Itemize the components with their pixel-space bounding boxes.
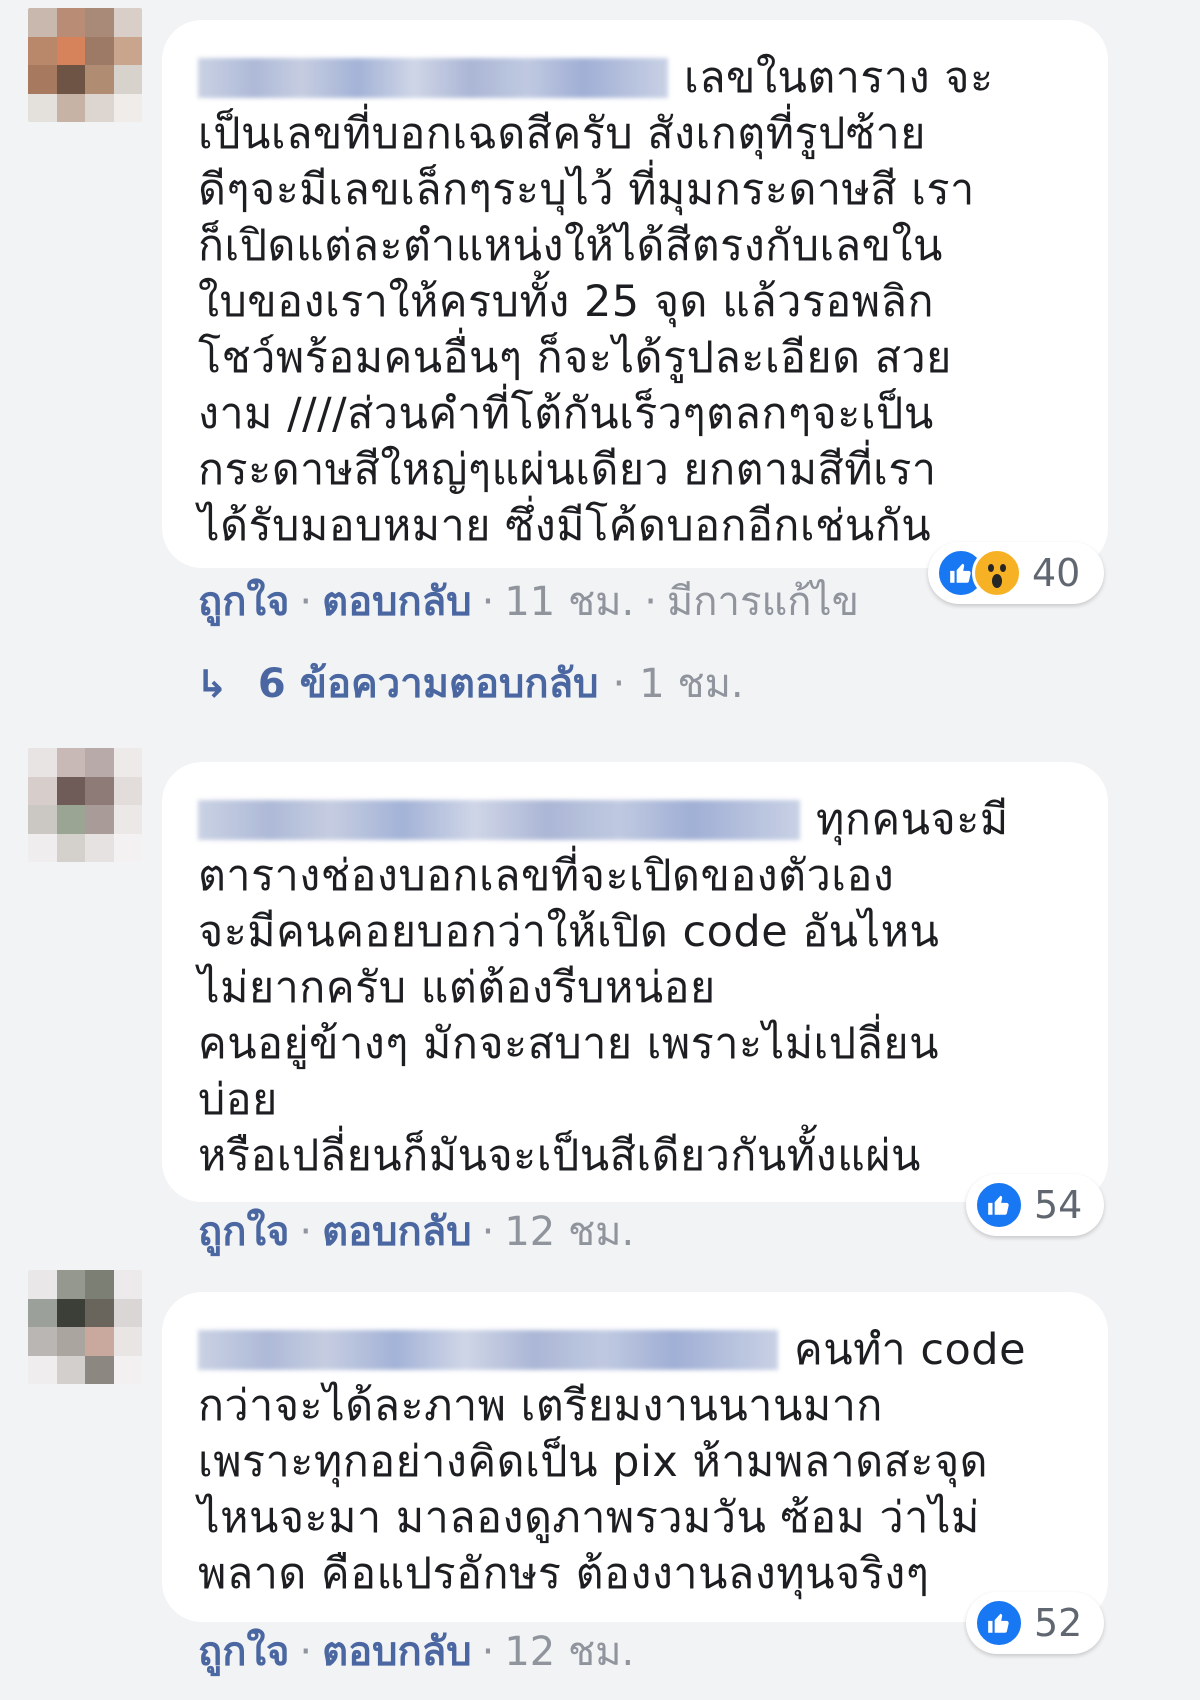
comment-text-line: ใบของเราให้ครบทั้ง 25 จุด แล้วรอพลิก (198, 277, 934, 327)
comment-bubble: ทุกคนจะมี ตารางช่องบอกเลขที่จะเปิดของตัว… (162, 762, 1108, 1202)
comment-bubble: เลขในตาราง จะ เป็นเลขที่บอกเฉดสีครับ สัง… (162, 20, 1108, 568)
comment-text-line: บ่อย (198, 1075, 278, 1125)
separator: · (481, 579, 495, 625)
author-name-blurred[interactable] (198, 800, 800, 840)
comment-text-line: โชว์พร้อมคนอื่นๆ ก็จะได้รูปละเอียด สวย (198, 333, 952, 383)
like-reaction-icon (974, 1180, 1024, 1230)
reply-link[interactable]: ตอบกลับ (322, 1209, 472, 1255)
reply-link[interactable]: ตอบกลับ (322, 1629, 472, 1675)
comment-text-line: จะมีคนคอยบอกว่าให้เปิด code อันไหน (198, 907, 940, 957)
reactions-summary[interactable]: 52 (966, 1592, 1104, 1654)
avatar[interactable] (28, 748, 142, 862)
comment-text-line: ดีๆจะมีเลขเล็กๆระบุไว้ ที่มุมกระดาษสี เร… (198, 165, 975, 215)
comment-text-line: ไหนจะมา มาลองดูภาพรวมวัน ซ้อม ว่าไม่ (198, 1493, 980, 1543)
separator: · (612, 661, 626, 707)
like-link[interactable]: ถูกใจ (198, 579, 289, 625)
comment-actions: ถูกใจ · ตอบกลับ · 11 ชม. · มีการแก้ไข (198, 578, 859, 626)
comment-text-line: ได้รับมอบหมาย ซึ่งมีโค้ดบอกอีกเช่นกัน (198, 501, 932, 551)
comment-text-line: ตารางช่องบอกเลขที่จะเปิดของตัวเอง (198, 851, 895, 901)
comment-text-line: คนอยู่ข้างๆ มักจะสบาย เพราะไม่เปลี่ยน (198, 1019, 939, 1069)
separator: · (299, 1629, 313, 1675)
replies-time: 1 ชม. (639, 661, 744, 707)
reply-link[interactable]: ตอบกลับ (322, 579, 472, 625)
comment-bubble: คนทำ code กว่าจะได้ละภาพ เตรียมงานนานมาก… (162, 1292, 1108, 1622)
separator: · (481, 1629, 495, 1675)
comment-text-line: กระดาษสีใหญ่ๆแผ่นเดียว ยกตามสีที่เรา (198, 445, 937, 495)
author-name-blurred[interactable] (198, 1330, 778, 1370)
comment-text-line: กว่าจะได้ละภาพ เตรียมงานนานมาก (198, 1381, 883, 1431)
comment-time[interactable]: 12 ชม. (504, 1209, 634, 1255)
like-link[interactable]: ถูกใจ (198, 1209, 289, 1255)
separator: · (481, 1209, 495, 1255)
author-name-blurred[interactable] (198, 58, 668, 98)
comment-text-line: งาม ////ส่วนคำที่โต้กันเร็วๆตลกๆจะเป็น (198, 389, 934, 439)
separator: · (299, 1209, 313, 1255)
like-link[interactable]: ถูกใจ (198, 1629, 289, 1675)
avatar[interactable] (28, 1270, 142, 1384)
like-reaction-icon (974, 1598, 1024, 1648)
avatar[interactable] (28, 8, 142, 122)
view-replies-link[interactable]: 6 ข้อความตอบกลับ (258, 660, 599, 708)
reaction-count: 52 (1034, 1601, 1083, 1645)
reaction-count: 54 (1034, 1183, 1083, 1227)
comment-text-line: คนทำ code (794, 1325, 1027, 1375)
comment-time[interactable]: 12 ชม. (504, 1629, 634, 1675)
reactions-summary[interactable]: 40 (928, 542, 1104, 604)
edited-label[interactable]: มีการแก้ไข (667, 579, 859, 625)
comment-time[interactable]: 11 ชม. (504, 579, 634, 625)
comment-text-line: เลขในตาราง จะ (684, 53, 994, 103)
separator: · (644, 579, 657, 625)
wow-reaction-icon (972, 548, 1022, 598)
comment-text-line: เป็นเลขที่บอกเฉดสีครับ สังเกตุที่รูปซ้าย (198, 109, 926, 159)
separator: · (299, 579, 313, 625)
view-replies-row[interactable]: ↳ 6 ข้อความตอบกลับ · 1 ชม. (196, 660, 744, 708)
comment-text-line: ทุกคนจะมี (816, 795, 1009, 845)
comment-text-line: หรือเปลี่ยนก็มันจะเป็นสีเดียวกันทั้งแผ่น (198, 1131, 921, 1181)
comment-text-line: พลาด คือแปรอักษร ต้องงานลงทุนจริงๆ (198, 1549, 930, 1599)
comment-text-line: ก็เปิดแต่ละตำแหน่งให้ได้สีตรงกับเลขใน (198, 221, 943, 271)
reaction-count: 40 (1032, 551, 1081, 595)
comment-actions: ถูกใจ · ตอบกลับ · 12 ชม. (198, 1208, 634, 1256)
reply-arrow-icon: ↳ (196, 662, 228, 706)
comment-text-line: ไม่ยากครับ แต่ต้องรีบหน่อย (198, 963, 716, 1013)
reactions-summary[interactable]: 54 (966, 1174, 1104, 1236)
comment-text-line: เพราะทุกอย่างคิดเป็น pix ห้ามพลาดสะจุด (198, 1437, 989, 1487)
comment-actions: ถูกใจ · ตอบกลับ · 12 ชม. (198, 1628, 634, 1676)
